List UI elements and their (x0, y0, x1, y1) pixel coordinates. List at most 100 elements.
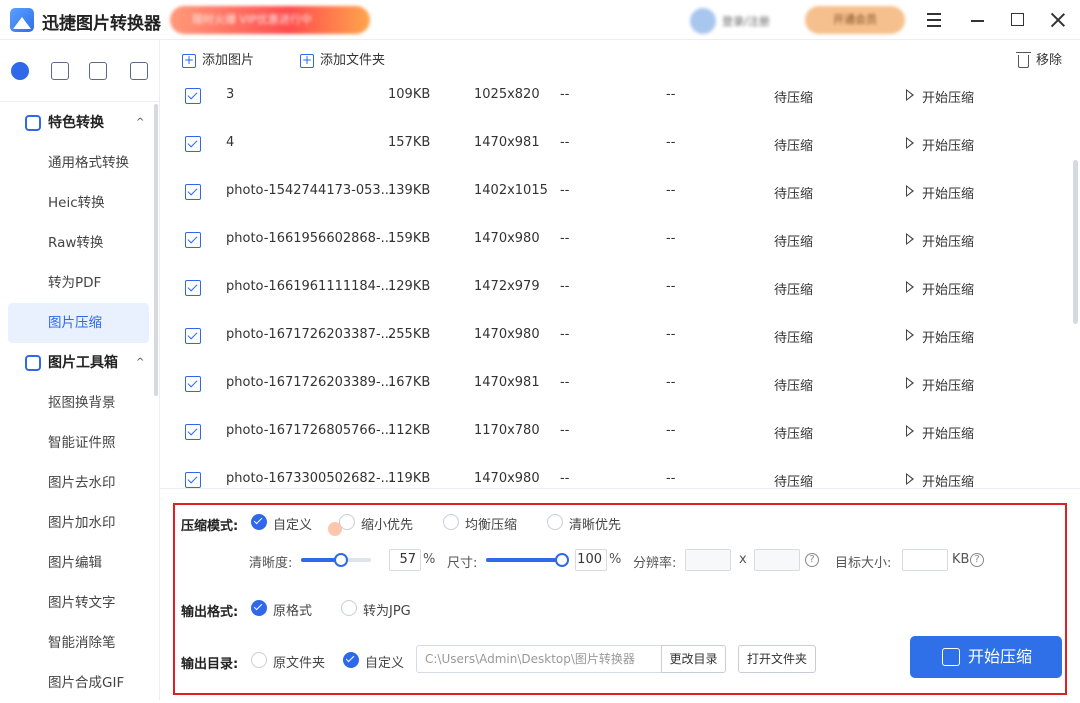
row-checkbox[interactable] (185, 280, 201, 296)
mode-radio-clarity[interactable]: 清晰优先 (547, 514, 621, 533)
row-start-button[interactable]: 开始压缩 (904, 183, 974, 202)
output-path-field[interactable]: C:\Users\Admin\Desktop\图片转换器 (416, 645, 662, 673)
file-table-scrollbar[interactable] (1073, 160, 1078, 324)
table-row[interactable]: photo-1542744173-053... 139KB 1402x1015 -- -… (160, 168, 1072, 216)
row-checkbox[interactable] (185, 472, 201, 488)
sidebar-nav: 特色转换 ^ 通用格式转换 Heic转换 Raw转换 转为PDF 图片压缩 图片工具箱 ^ 抠图换… (0, 103, 150, 703)
mode-radio-smaller[interactable]: 缩小优先 (339, 514, 413, 533)
row-start-label: 开始压缩 (922, 235, 975, 250)
add-folder-icon: + (300, 53, 314, 68)
size-slider[interactable] (486, 553, 569, 567)
sidebar-item[interactable]: 转为PDF (8, 263, 149, 303)
add-image-button[interactable]: + 添加图片 (182, 51, 254, 71)
remove-label: 移除 (1036, 53, 1063, 68)
chevron-up-icon[interactable]: ^ (136, 103, 144, 143)
sidebar-item[interactable]: 图片转文字 (8, 583, 149, 623)
menu-icon[interactable] (922, 8, 946, 32)
resolution-help-icon[interactable]: ? (805, 553, 819, 567)
row-checkbox[interactable] (185, 328, 201, 344)
sidebar-category-1[interactable]: 图片工具箱 ^ (0, 343, 150, 383)
row-checkbox[interactable] (185, 376, 201, 392)
maximize-icon[interactable] (1006, 8, 1030, 32)
toolbox-icon[interactable] (51, 62, 69, 80)
row-checkbox[interactable] (185, 424, 201, 440)
table-row[interactable]: 3 109KB 1025x820 -- -- 待压缩 开始压缩 (160, 72, 1072, 120)
clarity-input[interactable]: 57 (389, 549, 421, 571)
image-icon[interactable] (89, 62, 107, 80)
sidebar-item[interactable]: 抠图换背景 (8, 383, 149, 423)
table-row[interactable]: photo-1671726203387-... 255KB 1470x980 -- --… (160, 312, 1072, 360)
change-dir-button[interactable]: 更改目录 (661, 645, 726, 673)
sidebar-item[interactable]: 图片去水印 (8, 463, 149, 503)
file-dimensions: 1170x780 (474, 423, 540, 438)
resolution-label: 分辨率: (633, 556, 677, 571)
start-compress-button[interactable]: 开始压缩 (910, 636, 1062, 678)
dir-radio-original[interactable]: 原文件夹 (251, 652, 325, 671)
sidebar-item[interactable]: 图片编辑 (8, 543, 149, 583)
sidebar-item[interactable]: 图片加水印 (8, 503, 149, 543)
row-start-button[interactable]: 开始压缩 (904, 375, 974, 394)
table-row[interactable]: photo-1673300502682-... 119KB 1470x980 -- --… (160, 456, 1072, 488)
mode-radio-custom[interactable]: 自定义 (251, 514, 312, 533)
sidebar-item[interactable]: 智能消除笔 (8, 623, 149, 663)
checklist-icon[interactable] (130, 62, 148, 80)
remove-button[interactable]: 移除 (1016, 51, 1062, 71)
chevron-up-icon[interactable]: ^ (136, 343, 144, 383)
row-checkbox[interactable] (185, 136, 201, 152)
dir-radio-custom[interactable]: 自定义 (343, 652, 404, 671)
sidebar-category-0[interactable]: 特色转换 ^ (0, 103, 150, 143)
sidebar-item[interactable]: 智能证件照 (8, 423, 149, 463)
sidebar-scrollbar[interactable] (154, 104, 158, 396)
sidebar-item[interactable]: Heic转换 (8, 183, 149, 223)
table-row[interactable]: photo-1661956602868-... 159KB 1470x980 -- --… (160, 216, 1072, 264)
row-checkbox[interactable] (185, 88, 201, 104)
add-folder-label: 添加文件夹 (320, 53, 386, 68)
minimize-icon[interactable] (966, 8, 990, 32)
vip-button[interactable]: 开通会员 (805, 6, 905, 34)
resolution-width-input[interactable] (685, 549, 731, 571)
size-slider-handle[interactable] (555, 553, 569, 567)
open-folder-button[interactable]: 打开文件夹 (738, 645, 816, 673)
table-row[interactable]: photo-1661961111184-... 129KB 1472x979 -- --… (160, 264, 1072, 312)
size-label: 尺寸: (447, 556, 478, 571)
play-icon (906, 281, 914, 293)
row-start-button[interactable]: 开始压缩 (904, 135, 974, 154)
sidebar-item[interactable]: 图片合成GIF (8, 663, 149, 703)
row-start-button[interactable]: 开始压缩 (904, 423, 974, 442)
mode-radio-balanced[interactable]: 均衡压缩 (443, 514, 517, 533)
clarity-slider-handle[interactable] (333, 553, 348, 567)
target-size-help-icon[interactable]: ? (970, 553, 984, 567)
file-dimensions: 1025x820 (474, 87, 540, 102)
clarity-slider[interactable] (301, 553, 371, 567)
table-row[interactable]: photo-1671726203389-... 167KB 1470x981 -- --… (160, 360, 1072, 408)
sidebar-item[interactable]: 通用格式转换 (8, 143, 149, 183)
format-label-original: 原格式 (273, 604, 313, 619)
radio-checked-icon (251, 600, 267, 616)
row-checkbox[interactable] (185, 232, 201, 248)
row-start-button[interactable]: 开始压缩 (904, 279, 974, 298)
add-folder-button[interactable]: + 添加文件夹 (300, 51, 385, 71)
resolution-height-input[interactable] (754, 549, 800, 571)
row-start-label: 开始压缩 (922, 475, 975, 488)
mode-label-balanced: 均衡压缩 (465, 518, 518, 533)
size-unit: % (609, 552, 622, 567)
row-start-button[interactable]: 开始压缩 (904, 231, 974, 250)
row-start-button[interactable]: 开始压缩 (904, 87, 974, 106)
target-size-input[interactable] (902, 549, 948, 571)
promo-banner[interactable]: 限时火爆 VIP优惠进行中 (170, 6, 370, 34)
format-radio-jpg[interactable]: 转为JPG (341, 600, 411, 619)
table-row[interactable]: 4 157KB 1470x981 -- -- 待压缩 开始压缩 (160, 120, 1072, 168)
format-radio-original[interactable]: 原格式 (251, 600, 312, 619)
user-login[interactable]: 登录/注册 (690, 6, 790, 34)
file-name: 3 (226, 87, 235, 102)
convert-icon[interactable] (11, 62, 29, 80)
row-start-button[interactable]: 开始压缩 (904, 327, 974, 346)
sidebar-item[interactable]: Raw转换 (8, 223, 149, 263)
row-start-button[interactable]: 开始压缩 (904, 471, 974, 488)
row-checkbox[interactable] (185, 184, 201, 200)
size-input[interactable]: 100 (575, 549, 607, 571)
close-icon[interactable] (1046, 8, 1070, 32)
file-dimensions: 1470x980 (474, 327, 540, 342)
table-row[interactable]: photo-1671726805766-... 112KB 1170x780 -- --… (160, 408, 1072, 456)
sidebar-item[interactable]: 图片压缩 (8, 303, 149, 343)
